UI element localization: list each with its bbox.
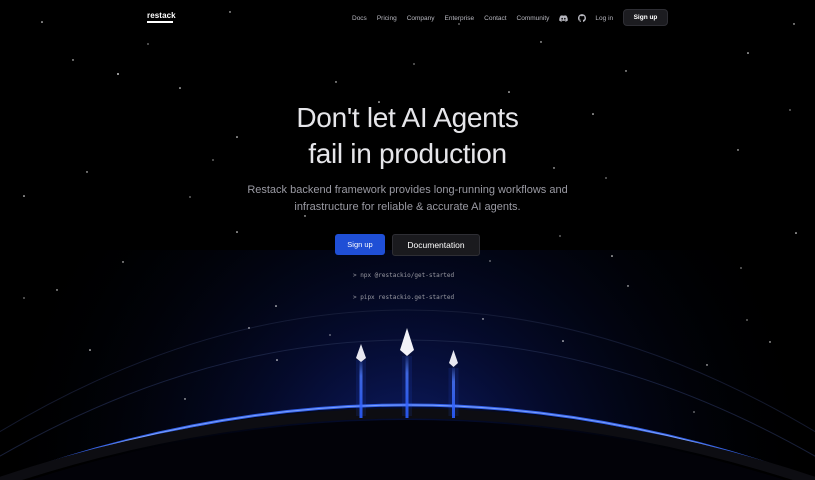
hero-signup-button[interactable]: Sign up — [335, 234, 385, 255]
nav-link-company[interactable]: Company — [407, 15, 435, 22]
logo-underline — [147, 21, 173, 23]
nav-link-enterprise[interactable]: Enterprise — [445, 15, 475, 22]
hero-headline-line2: fail in production — [308, 138, 507, 169]
top-nav: restack Docs Pricing Company Enterprise … — [143, 6, 671, 30]
documentation-button[interactable]: Documentation — [392, 234, 480, 256]
hero-subtitle-line2: infrastructure for reliable & accurate A… — [294, 201, 521, 213]
hero-subtitle-line1: Restack backend framework provides long-… — [247, 184, 568, 196]
nav-link-docs[interactable]: Docs — [352, 15, 367, 22]
nav-signup-button[interactable]: Sign up — [623, 9, 668, 26]
nav-link-contact[interactable]: Contact — [484, 15, 506, 22]
hero-section: restack Docs Pricing Company Enterprise … — [0, 0, 815, 480]
nav-link-pricing[interactable]: Pricing — [377, 15, 397, 22]
github-icon[interactable] — [577, 14, 586, 23]
discord-icon[interactable] — [559, 14, 569, 23]
nav-links: Docs Pricing Company Enterprise Contact … — [352, 6, 623, 30]
pipx-command[interactable]: > pipx restackio.get-started — [353, 294, 454, 301]
brand-logo[interactable]: restack — [147, 11, 176, 20]
nav-link-community[interactable]: Community — [517, 15, 550, 22]
hero-headline-line1: Don't let AI Agents — [296, 102, 519, 133]
npx-command[interactable]: > npx @restackio/get-started — [353, 272, 454, 279]
login-link[interactable]: Log in — [595, 15, 613, 22]
